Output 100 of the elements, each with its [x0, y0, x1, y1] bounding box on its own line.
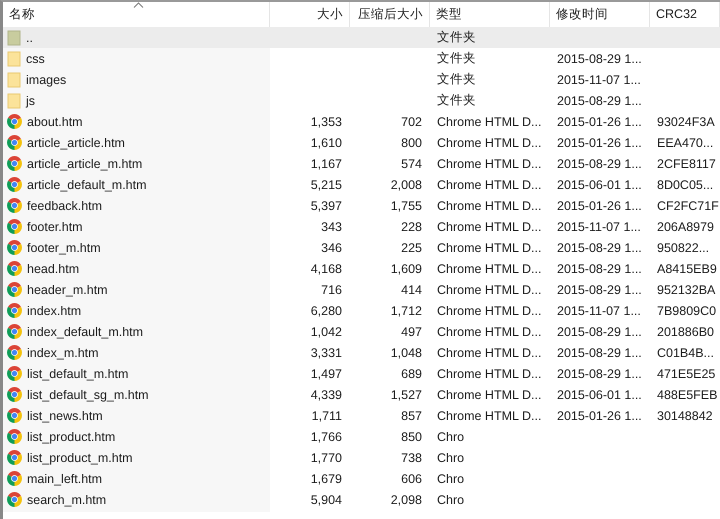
file-name: index_default_m.htm [27, 324, 144, 338]
file-row[interactable]: list_product.htm 1,766 850 Chro [3, 426, 720, 447]
file-row[interactable]: index_m.htm 3,331 1,048 Chrome HTML D... 2015-08-29 1... C01B4B... [3, 342, 720, 363]
file-row[interactable]: search_m.htm 5,904 2,098 Chro [3, 489, 720, 510]
table-cell: 738 [401, 450, 422, 464]
table-cell: Chrome HTML D... [437, 324, 542, 338]
table-cell: 2015-06-01 1... [557, 388, 642, 402]
table-cell: 1,353 [310, 114, 342, 128]
folder-icon [7, 50, 21, 66]
file-name: list_default_sg_m.htm [27, 388, 149, 402]
table-cell: 2,008 [390, 178, 422, 192]
table-cell: Chrome HTML D... [437, 262, 542, 276]
chrome-icon [7, 429, 22, 444]
table-cell: Chrome HTML D... [437, 388, 542, 402]
table-cell: 2015-08-29 1... [557, 366, 642, 380]
chrome-icon [7, 156, 22, 171]
table-cell: 2015-01-26 1... [557, 198, 642, 212]
table-cell: Chrome HTML D... [437, 220, 542, 234]
table-cell: A8415EB9 [657, 262, 717, 276]
file-row[interactable]: footer_m.htm 346 225 Chrome HTML D... 2015-08-29 1... 950822... [3, 237, 720, 258]
file-row[interactable]: article_article_m.htm 1,167 574 Chrome HTML D... 2015-08-29 1... 2CFE8117 [3, 153, 720, 174]
chrome-icon [7, 219, 22, 234]
table-cell: 30148842 [657, 408, 713, 422]
file-row[interactable]: list_product_m.htm 1,770 738 Chro [3, 447, 720, 468]
file-name: index_m.htm [27, 346, 99, 360]
file-name: search_m.htm [27, 492, 106, 506]
file-row[interactable]: .. 文件夹 [3, 27, 720, 48]
file-name: index.htm [27, 304, 82, 318]
table-cell: 5,215 [310, 178, 342, 192]
table-cell: 2015-11-07 1... [557, 304, 641, 318]
table-cell: 1,770 [310, 450, 342, 464]
file-row[interactable]: article_article.htm 1,610 800 Chrome HTML D... 2015-01-26 1... EEA470... [3, 132, 720, 153]
table-cell: 1,712 [390, 304, 422, 318]
folder-icon [7, 72, 21, 88]
file-name: feedback.htm [27, 198, 102, 212]
table-cell: CF2FC71F [657, 198, 719, 212]
file-row[interactable]: article_default_m.htm 5,215 2,008 Chrome HTML D... 2015-06-01 1... 8D0C05... [3, 174, 720, 195]
table-cell: 2015-11-07 1... [557, 72, 641, 86]
table-cell: Chrome HTML D... [437, 366, 542, 380]
table-cell: 4,339 [310, 388, 342, 402]
file-row[interactable]: about.htm 1,353 702 Chrome HTML D... 2015-01-26 1... 93024F3A [3, 111, 720, 132]
file-row[interactable]: list_default_m.htm 1,497 689 Chrome HTML D... 2015-08-29 1... 471E5E25 [3, 363, 720, 384]
table-cell: Chrome HTML D... [437, 408, 542, 422]
table-cell: Chrome HTML D... [437, 198, 542, 212]
table-cell: 228 [401, 220, 422, 234]
table-cell: 1,679 [310, 472, 342, 486]
table-cell: 702 [401, 114, 422, 128]
table-cell: 471E5E25 [657, 366, 716, 380]
chrome-icon [7, 240, 22, 255]
table-cell: 2015-08-29 1... [557, 156, 642, 170]
table-cell: 689 [401, 366, 422, 380]
file-row[interactable]: js 文件夹 2015-08-29 1... [3, 90, 720, 111]
file-row[interactable]: header_m.htm 716 414 Chrome HTML D... 2015-08-29 1... 952132BA [3, 279, 720, 300]
table-cell: 1,167 [310, 156, 342, 170]
table-cell: Chrome HTML D... [437, 136, 542, 150]
table-cell: 206A8979 [657, 220, 714, 234]
table-cell: 1,755 [390, 198, 422, 212]
table-cell: 574 [401, 156, 422, 170]
table-cell: 2015-08-29 1... [557, 240, 642, 254]
table-cell: 8D0C05... [657, 178, 714, 192]
file-row[interactable]: main_left.htm 1,679 606 Chro [3, 468, 720, 489]
table-cell: 6,280 [310, 304, 342, 318]
table-cell: 343 [321, 220, 342, 234]
chrome-icon [7, 303, 22, 318]
file-row[interactable]: list_default_sg_m.htm 4,339 1,527 Chrome HTML D... 2015-06-01 1... 488E5FEB [3, 384, 720, 405]
chrome-icon [7, 387, 22, 402]
file-row[interactable]: list_news.htm 1,711 857 Chrome HTML D... 2015-01-26 1... 30148842 [3, 405, 720, 426]
file-row[interactable]: footer.htm 343 228 Chrome HTML D... 2015-11-07 1... 206A8979 [3, 216, 720, 237]
table-cell: 文件夹 [437, 30, 476, 44]
folder-icon [7, 92, 21, 108]
table-cell: 2015-08-29 1... [557, 324, 642, 338]
table-cell: Chro [437, 450, 464, 464]
table-cell: 716 [321, 282, 342, 296]
table-cell: Chrome HTML D... [437, 346, 542, 360]
file-row[interactable]: index.htm 6,280 1,712 Chrome HTML D... 2015-11-07 1... 7B9809C0 [3, 300, 720, 321]
sort-caret-icon [133, 2, 144, 8]
file-name: header_m.htm [27, 282, 108, 296]
file-row[interactable]: images 文件夹 2015-11-07 1... [3, 69, 720, 90]
table-cell: 7B9809C0 [657, 304, 716, 318]
table-cell: 1,609 [390, 262, 422, 276]
table-cell: Chrome HTML D... [437, 304, 542, 318]
table-cell: 3,331 [310, 346, 342, 360]
chrome-icon [7, 135, 22, 150]
table-cell: 606 [401, 472, 422, 486]
table-cell: 1,711 [312, 408, 342, 422]
table-cell: 346 [321, 240, 342, 254]
file-row[interactable]: index_default_m.htm 1,042 497 Chrome HTML D... 2015-08-29 1... 201886B0 [3, 321, 720, 342]
table-cell: 2015-08-29 1... [557, 282, 642, 296]
file-row[interactable]: head.htm 4,168 1,609 Chrome HTML D... 2015-08-29 1... A8415EB9 [3, 258, 720, 279]
table-cell: 1,497 [310, 366, 342, 380]
table-cell: 414 [401, 282, 422, 296]
table-cell: 93024F3A [657, 114, 715, 128]
table-cell: 1,610 [310, 136, 342, 150]
file-row[interactable]: css 文件夹 2015-08-29 1... [3, 48, 720, 69]
chrome-icon [7, 282, 22, 297]
file-name: list_product_m.htm [27, 450, 133, 464]
table-cell: Chrome HTML D... [437, 240, 542, 254]
file-row[interactable]: feedback.htm 5,397 1,755 Chrome HTML D... 2015-01-26 1... CF2FC71F [3, 195, 720, 216]
table-cell: 2015-01-26 1... [557, 408, 642, 422]
table-cell: 850 [401, 430, 422, 444]
